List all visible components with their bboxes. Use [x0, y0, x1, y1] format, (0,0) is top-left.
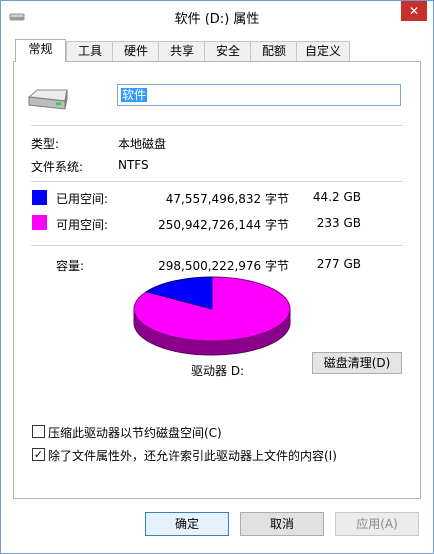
hard-drive-icon	[27, 89, 68, 110]
tab-general[interactable]: 常规	[15, 39, 66, 62]
tab-security[interactable]: 安全	[204, 41, 252, 61]
free-space-swatch	[32, 215, 47, 230]
close-button[interactable]: ✕	[401, 1, 427, 21]
drive-letter-label: 驱动器 D:	[191, 364, 245, 378]
separator-2	[31, 181, 403, 182]
free-space-bytes: 250,942,726,144 字节	[158, 218, 289, 232]
index-checkbox[interactable]: ✓	[32, 448, 45, 461]
properties-window: 软件 (D:) 属性 ✕ 常规 工具 硬件 共享 安全 配额 自定义 软件 类型…	[0, 0, 434, 554]
tab-quota[interactable]: 配额	[250, 41, 298, 61]
used-space-size: 44.2 GB	[312, 190, 361, 204]
ok-button[interactable]: 确定	[145, 512, 229, 536]
drive-name-text: 软件	[121, 88, 148, 102]
window-title: 软件 (D:) 属性	[174, 12, 260, 27]
capacity-size: 277 GB	[316, 257, 361, 271]
type-label: 类型:	[31, 137, 60, 151]
free-space-label: 可用空间:	[56, 218, 109, 232]
tab-hardware[interactable]: 硬件	[112, 41, 160, 61]
type-value: 本地磁盘	[118, 137, 167, 151]
separator-3	[31, 245, 403, 246]
tab-tools[interactable]: 工具	[66, 41, 114, 61]
used-space-bytes: 47,557,496,832 字节	[165, 192, 289, 206]
close-icon: ✕	[408, 4, 420, 18]
free-space-size: 233 GB	[316, 216, 361, 230]
compress-checkbox[interactable]	[32, 425, 45, 438]
title-bar[interactable]: 软件 (D:) 属性 ✕	[1, 1, 433, 31]
compress-label[interactable]: 压缩此驱动器以节约磁盘空间(C)	[48, 424, 222, 441]
tab-sharing[interactable]: 共享	[158, 41, 206, 61]
tab-customize[interactable]: 自定义	[296, 41, 350, 61]
capacity-label: 容量:	[56, 259, 85, 273]
cancel-button[interactable]: 取消	[240, 512, 324, 536]
index-label[interactable]: 除了文件属性外，还允许索引此驱动器上文件的内容(I)	[48, 447, 337, 464]
used-space-label: 已用空间:	[56, 192, 109, 206]
filesystem-value: NTFS	[118, 158, 149, 172]
filesystem-label: 文件系统:	[31, 160, 84, 174]
disk-cleanup-button[interactable]: 磁盘清理(D)	[312, 352, 402, 374]
disk-usage-pie	[133, 276, 291, 356]
drive-name-input[interactable]: 软件	[117, 84, 401, 106]
used-space-swatch	[32, 190, 47, 205]
apply-button[interactable]: 应用(A)	[335, 512, 419, 536]
separator-1	[31, 125, 403, 126]
